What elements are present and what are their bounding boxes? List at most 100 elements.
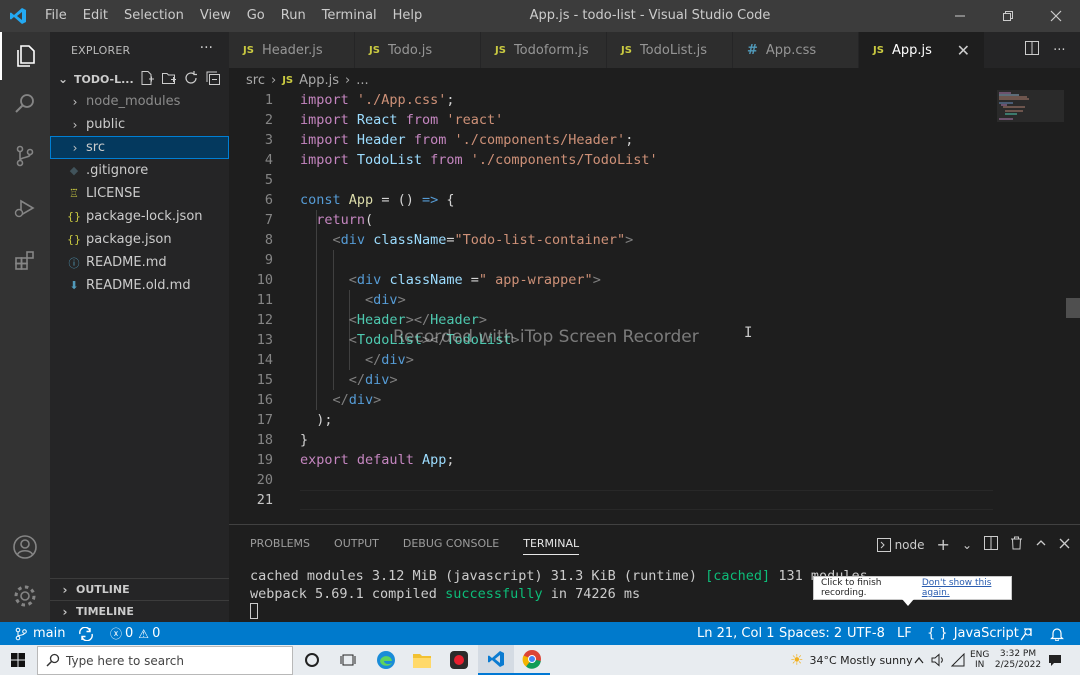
refresh-icon[interactable]: [183, 70, 199, 90]
speaker-icon[interactable]: [931, 645, 945, 675]
tab-debug-console[interactable]: DEBUG CONSOLE: [403, 537, 499, 555]
trash-icon[interactable]: [1010, 536, 1023, 553]
tree-item-package-json[interactable]: {} package.json: [50, 228, 229, 251]
taskbar-search-box[interactable]: Type here to search: [37, 646, 293, 675]
extensions-icon[interactable]: [0, 236, 50, 284]
scrollbar-thumb[interactable]: [1066, 298, 1080, 318]
text-cursor-icon: I: [744, 325, 753, 341]
tab-todolist-js[interactable]: JS TodoList.js: [607, 32, 733, 68]
windows-start-icon[interactable]: [0, 645, 36, 675]
tab-label: App.js: [891, 42, 932, 58]
edge-icon[interactable]: [368, 645, 404, 675]
tree-item-node-modules[interactable]: › node_modules: [50, 90, 229, 113]
new-folder-icon[interactable]: [161, 70, 177, 90]
tree-item-src[interactable]: › src: [50, 136, 229, 159]
tree-item-package-lock[interactable]: {} package-lock.json: [50, 205, 229, 228]
chevron-up-icon[interactable]: [1035, 537, 1047, 552]
new-file-icon[interactable]: [139, 70, 155, 90]
menu-terminal[interactable]: Terminal: [314, 0, 385, 32]
menu-run[interactable]: Run: [273, 0, 314, 32]
clock-date: 2/25/2022: [994, 660, 1042, 670]
split-terminal-icon[interactable]: [984, 536, 998, 553]
notifications-bell-icon[interactable]: [1050, 622, 1064, 645]
panel-tabs: PROBLEMS OUTPUT DEBUG CONSOLE TERMINAL: [250, 537, 580, 555]
gitignore-icon: ◆: [69, 164, 79, 177]
tab-output[interactable]: OUTPUT: [334, 537, 379, 555]
tab-app-js[interactable]: JS App.js ✕: [859, 32, 985, 68]
terminal-name: node: [894, 537, 925, 552]
menu-file[interactable]: File: [36, 0, 75, 32]
explorer-icon[interactable]: [0, 32, 50, 80]
search-icon[interactable]: [0, 80, 50, 128]
show-hidden-icons[interactable]: [914, 645, 924, 675]
menu-go[interactable]: Go: [239, 0, 273, 32]
tree-item-gitignore[interactable]: ◆ .gitignore: [50, 159, 229, 182]
chevron-down-icon[interactable]: ⌄: [962, 538, 972, 552]
menu-help[interactable]: Help: [385, 0, 431, 32]
vscode-taskbar-icon[interactable]: [478, 645, 514, 675]
minimap[interactable]: [997, 90, 1064, 122]
code-editor[interactable]: 1 import './App.css'; 2 import React from …: [229, 90, 1080, 524]
more-actions-icon[interactable]: ···: [1053, 43, 1065, 58]
language-indicator[interactable]: ENG IN: [970, 645, 989, 675]
tree-item-label: node_modules: [86, 94, 181, 109]
chrome-icon[interactable]: [514, 645, 550, 675]
file-explorer-icon[interactable]: [404, 645, 440, 675]
line-number: 15: [256, 372, 273, 388]
new-terminal-icon[interactable]: +: [937, 535, 950, 554]
close-window-button[interactable]: [1032, 0, 1080, 32]
tab-todoform-js[interactable]: JS Todoform.js: [481, 32, 607, 68]
source-control-icon[interactable]: [0, 132, 50, 180]
breadcrumb-folder[interactable]: src: [246, 73, 265, 88]
encoding[interactable]: UTF-8: [847, 622, 885, 645]
tree-item-label: README.md: [86, 255, 167, 270]
close-tab-icon[interactable]: ✕: [957, 41, 970, 60]
timeline-section[interactable]: › TIMELINE: [50, 600, 229, 622]
branch-indicator[interactable]: main: [15, 622, 65, 645]
minimize-button[interactable]: [936, 0, 984, 32]
more-actions-icon[interactable]: ···: [200, 40, 213, 56]
tab-header-js[interactable]: JS Header.js: [229, 32, 355, 68]
tab-problems[interactable]: PROBLEMS: [250, 537, 310, 555]
close-panel-icon[interactable]: [1059, 538, 1070, 552]
clock[interactable]: 3:32 PM 2/25/2022: [994, 645, 1042, 675]
tab-todo-js[interactable]: JS Todo.js: [355, 32, 481, 68]
tab-terminal[interactable]: TERMINAL: [523, 537, 580, 555]
account-icon[interactable]: [0, 523, 50, 571]
terminal-selector[interactable]: node: [876, 537, 925, 552]
breadcrumb-file[interactable]: App.js: [299, 73, 339, 88]
tree-item-license[interactable]: ♖ LICENSE: [50, 182, 229, 205]
tree-item-public[interactable]: › public: [50, 113, 229, 136]
screen-recorder-icon[interactable]: [441, 645, 477, 675]
action-center-icon[interactable]: [1048, 645, 1062, 675]
menu-view[interactable]: View: [192, 0, 239, 32]
collapse-all-icon[interactable]: [205, 70, 221, 90]
menu-bar: File Edit Selection View Go Run Terminal…: [36, 0, 430, 32]
vscode-logo-icon: [0, 0, 36, 32]
sync-icon[interactable]: [78, 622, 94, 645]
language-mode[interactable]: { } JavaScript: [927, 622, 1019, 645]
weather-widget[interactable]: ☀ 34°C Mostly sunny: [790, 645, 913, 675]
cursor-position[interactable]: Ln 21, Col 1: [697, 622, 774, 645]
split-editor-icon[interactable]: [1024, 41, 1039, 59]
tooltip-text: Click to finish recording.: [821, 578, 882, 598]
network-icon[interactable]: [951, 645, 965, 675]
problems-indicator[interactable]: ⓧ 0 ⚠ 0: [110, 622, 160, 645]
end-of-line[interactable]: LF: [897, 622, 912, 645]
tab-app-css[interactable]: # App.css: [733, 32, 859, 68]
cortana-icon[interactable]: [294, 645, 330, 675]
menu-selection[interactable]: Selection: [116, 0, 192, 32]
task-view-icon[interactable]: [330, 645, 366, 675]
settings-gear-icon[interactable]: [0, 572, 50, 620]
feedback-icon[interactable]: [1018, 622, 1034, 645]
dont-show-again-link[interactable]: Don't show this again.: [922, 578, 1011, 598]
indentation[interactable]: Spaces: 2: [779, 622, 842, 645]
outline-section[interactable]: › OUTLINE: [50, 578, 229, 600]
sun-cloud-icon: ☀: [790, 651, 804, 669]
menu-edit[interactable]: Edit: [75, 0, 116, 32]
restore-button[interactable]: [984, 0, 1032, 32]
breadcrumb-more[interactable]: ...: [356, 73, 368, 88]
run-debug-icon[interactable]: [0, 184, 50, 232]
tree-item-readme-old[interactable]: ⬇ README.old.md: [50, 274, 229, 297]
tree-item-readme[interactable]: ⓘ README.md: [50, 251, 229, 274]
